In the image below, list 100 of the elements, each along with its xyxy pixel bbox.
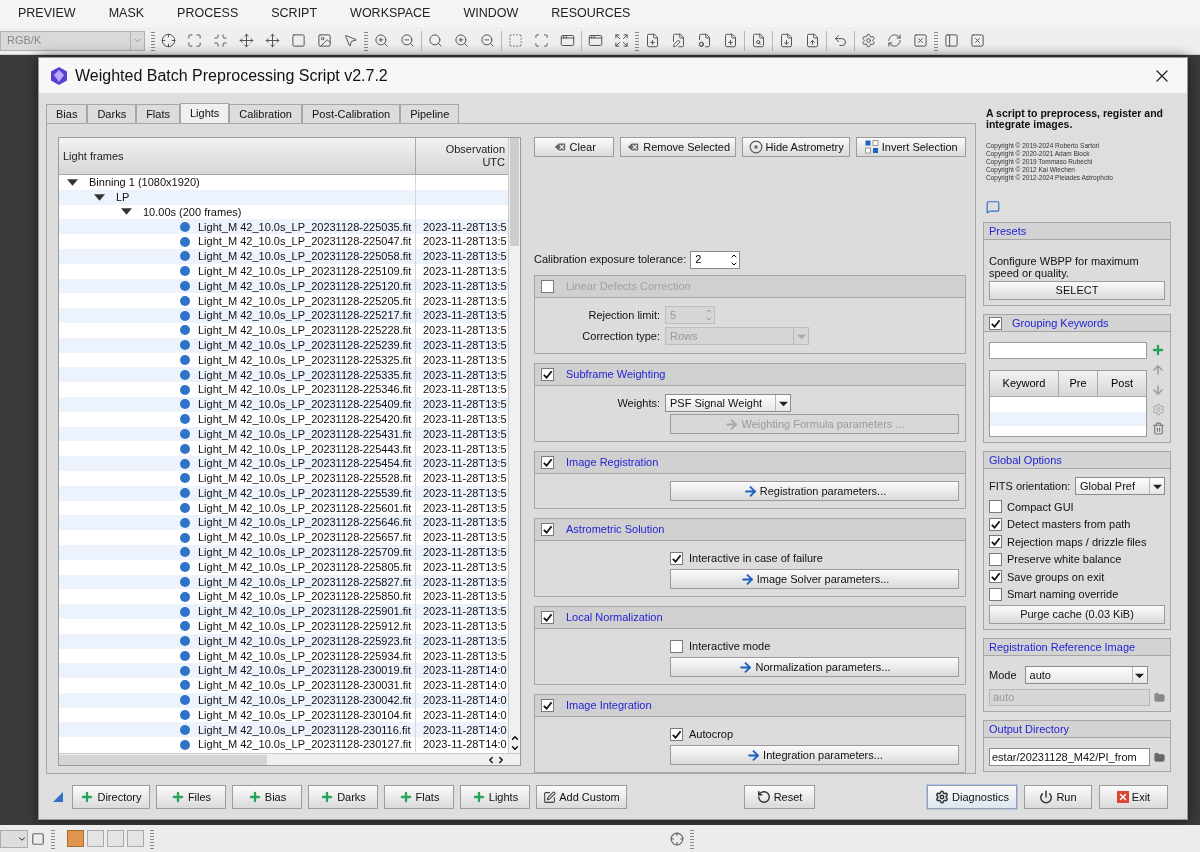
- corner-triangle-icon[interactable]: [53, 792, 63, 802]
- parameters-button[interactable]: Normalization parameters...: [670, 657, 959, 677]
- swatch[interactable]: [107, 830, 124, 847]
- square-icon[interactable]: [291, 33, 306, 48]
- folder-icon[interactable]: [1154, 751, 1165, 763]
- close-panel-icon[interactable]: [970, 33, 985, 48]
- parameters-button[interactable]: Registration parameters...: [670, 481, 959, 501]
- menu-item[interactable]: PROCESS: [177, 4, 239, 23]
- menu-item[interactable]: WINDOW: [463, 4, 519, 23]
- dropdown[interactable]: auto: [1024, 666, 1148, 684]
- crosshair-icon[interactable]: [161, 33, 176, 48]
- checkbox[interactable]: [541, 368, 554, 381]
- vertical-scrollbar[interactable]: [508, 138, 520, 753]
- action-button[interactable]: Run: [1024, 785, 1092, 809]
- scrollbar-thumb[interactable]: [59, 754, 267, 765]
- list-button[interactable]: Invert Selection: [856, 137, 966, 157]
- tree-row[interactable]: Light_M 42_10.0s_LP_20231128-225454.fit 2023-11-28T13:5: [59, 456, 508, 471]
- horizontal-scrollbar[interactable]: [59, 753, 520, 765]
- pointer-icon[interactable]: [343, 33, 358, 48]
- tree-row[interactable]: Light_M 42_10.0s_LP_20231128-230116.fit 2023-11-28T14:0: [59, 722, 508, 738]
- window-icon[interactable]: [560, 33, 575, 48]
- checkbox[interactable]: [989, 316, 1002, 330]
- checkbox[interactable]: [670, 639, 683, 653]
- file-down-icon[interactable]: [779, 33, 794, 48]
- swatch[interactable]: [127, 830, 144, 847]
- trash-icon[interactable]: [1151, 422, 1165, 435]
- scan-icon[interactable]: [534, 33, 549, 48]
- menu-item[interactable]: MASK: [108, 4, 145, 23]
- spin-field[interactable]: 2: [690, 250, 741, 269]
- action-button[interactable]: Bias: [232, 785, 302, 809]
- tab[interactable]: Darks: [87, 104, 137, 123]
- action-button[interactable]: Lights: [460, 785, 530, 809]
- dropdown[interactable]: PSF Signal Weight: [665, 394, 791, 412]
- menu-item[interactable]: RESOURCES: [551, 4, 631, 23]
- column-header[interactable]: Keyword: [990, 371, 1059, 396]
- crosshair-icon[interactable]: [670, 831, 684, 846]
- file-plus-icon[interactable]: [645, 33, 660, 48]
- file-plus-icon[interactable]: [723, 33, 738, 48]
- swatch[interactable]: [87, 830, 104, 847]
- folder-icon[interactable]: [1154, 692, 1165, 703]
- tree-row[interactable]: Light_M 42_10.0s_LP_20231128-225646.fit 2023-11-28T13:5: [59, 515, 508, 531]
- undo-icon[interactable]: [833, 33, 848, 48]
- file-settings-icon[interactable]: [697, 33, 712, 48]
- tab[interactable]: Bias: [46, 104, 88, 123]
- settings-icon[interactable]: [861, 33, 876, 48]
- checkbox[interactable]: [541, 523, 554, 536]
- select-button[interactable]: SELECT: [989, 281, 1165, 300]
- move-icon[interactable]: [239, 33, 254, 48]
- move-icon[interactable]: [265, 33, 280, 48]
- image-icon[interactable]: [317, 33, 332, 48]
- window-icon[interactable]: [588, 33, 603, 48]
- collapse-triangle-icon[interactable]: [121, 206, 132, 218]
- comment-icon[interactable]: [986, 200, 1000, 214]
- tab[interactable]: Calibration: [229, 104, 302, 123]
- tab[interactable]: Pipeline: [400, 104, 460, 123]
- tree-row[interactable]: Light_M 42_10.0s_LP_20231128-225901.fit 2023-11-28T13:5: [59, 604, 508, 619]
- menu-item[interactable]: SCRIPT: [271, 4, 318, 23]
- checkbox[interactable]: [989, 552, 1002, 566]
- list-button[interactable]: Remove Selected: [620, 137, 736, 157]
- action-button[interactable]: Diagnostics: [927, 785, 1017, 809]
- action-button[interactable]: Darks: [308, 785, 378, 809]
- expand-icon[interactable]: [187, 33, 202, 48]
- parameters-button[interactable]: Integration parameters...: [670, 745, 959, 765]
- checkbox[interactable]: [989, 517, 1002, 531]
- zoom-in-icon[interactable]: [454, 33, 469, 48]
- tree-row[interactable]: Light_M 42_10.0s_LP_20231128-225217.fit 2023-11-28T13:5: [59, 308, 508, 323]
- close-square-icon[interactable]: [913, 33, 928, 48]
- checkbox[interactable]: [989, 587, 1002, 601]
- checkbox[interactable]: [670, 727, 683, 741]
- purge-cache-button[interactable]: Purge cache (0.03 KiB): [989, 605, 1165, 624]
- column-header[interactable]: Observation UTC: [416, 138, 508, 174]
- action-button[interactable]: Add Custom: [536, 785, 627, 809]
- scrollbar-thumb[interactable]: [510, 138, 519, 246]
- checkbox[interactable]: [989, 570, 1002, 584]
- checkbox[interactable]: [541, 280, 554, 293]
- dropdown[interactable]: Global Pref: [1075, 477, 1165, 495]
- list-button[interactable]: Clear: [534, 137, 615, 157]
- directory-field[interactable]: estar/20231128_M42/PI_from: [989, 748, 1150, 766]
- column-header[interactable]: Light frames: [59, 138, 416, 174]
- zoom-out-icon[interactable]: [400, 33, 415, 48]
- checkbox[interactable]: [989, 535, 1002, 549]
- action-button[interactable]: Flats: [384, 785, 454, 809]
- swatch[interactable]: [67, 830, 84, 847]
- file-edit-icon[interactable]: [671, 33, 686, 48]
- panel-icon[interactable]: [944, 33, 959, 48]
- file-search-icon[interactable]: [751, 33, 766, 48]
- tab[interactable]: Post-Calibration: [301, 104, 401, 123]
- column-header[interactable]: Post: [1098, 371, 1146, 396]
- refresh-icon[interactable]: [887, 33, 902, 48]
- menu-item[interactable]: WORKSPACE: [350, 4, 431, 23]
- checkbox[interactable]: [670, 551, 683, 565]
- square-icon[interactable]: [31, 831, 45, 846]
- action-button[interactable]: Files: [156, 785, 226, 809]
- action-button[interactable]: Exit: [1099, 785, 1168, 809]
- collapse-triangle-icon[interactable]: [94, 191, 105, 203]
- expand-icon[interactable]: [614, 33, 629, 48]
- action-button[interactable]: Directory: [72, 785, 150, 809]
- action-button[interactable]: Reset: [744, 785, 815, 809]
- checkbox[interactable]: [989, 500, 1002, 514]
- zoom-in-icon[interactable]: [374, 33, 389, 48]
